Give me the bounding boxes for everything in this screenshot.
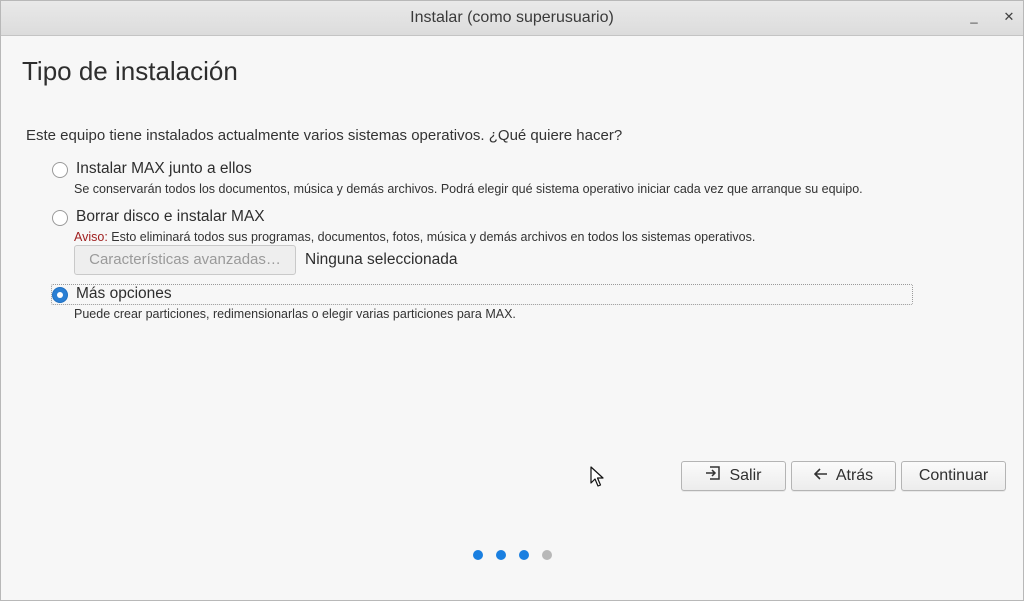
window-title: Instalar (como superusuario) <box>410 9 614 26</box>
option-label[interactable]: Borrar disco e instalar MAX <box>76 208 265 226</box>
step-dot <box>473 550 483 560</box>
warning-label: Aviso: <box>74 230 108 244</box>
step-dot <box>496 550 506 560</box>
warning-text: Esto eliminará todos sus programas, docu… <box>107 230 756 244</box>
option-label[interactable]: Más opciones <box>76 285 172 303</box>
step-dot <box>542 550 552 560</box>
arrow-left-icon <box>813 462 828 489</box>
back-button[interactable]: Atrás <box>791 461 896 491</box>
radio-more-options[interactable] <box>52 287 68 303</box>
option-description: Puede crear particiones, redimensionarla… <box>74 307 516 321</box>
quit-button[interactable]: Salir <box>681 461 786 491</box>
option-description: Aviso: Esto eliminará todos sus programa… <box>74 230 755 244</box>
step-progress <box>473 550 557 560</box>
page-title: Tipo de instalación <box>22 56 238 86</box>
minimize-button[interactable]: _ <box>963 6 985 28</box>
continue-button[interactable]: Continuar <box>901 461 1006 491</box>
close-button[interactable]: ✕ <box>998 6 1020 28</box>
step-dot <box>519 550 529 560</box>
installation-question: Este equipo tiene instalados actualmente… <box>26 127 623 144</box>
mouse-cursor-icon <box>590 466 604 493</box>
installer-window: Instalar (como superusuario) _ ✕ Tipo de… <box>0 0 1024 601</box>
exit-icon <box>705 462 721 489</box>
focus-ring <box>51 284 913 305</box>
back-label: Atrás <box>835 467 874 484</box>
option-label[interactable]: Instalar MAX junto a ellos <box>76 160 252 178</box>
advanced-features-status: Ninguna seleccionada <box>305 251 458 268</box>
radio-erase-disk[interactable] <box>52 210 68 226</box>
advanced-features-button[interactable]: Características avanzadas… <box>74 245 296 275</box>
option-description: Se conservarán todos los documentos, mús… <box>74 182 863 196</box>
radio-install-alongside[interactable] <box>52 162 68 178</box>
title-bar[interactable]: Instalar (como superusuario) _ ✕ <box>1 1 1023 36</box>
quit-label: Salir <box>729 467 762 484</box>
